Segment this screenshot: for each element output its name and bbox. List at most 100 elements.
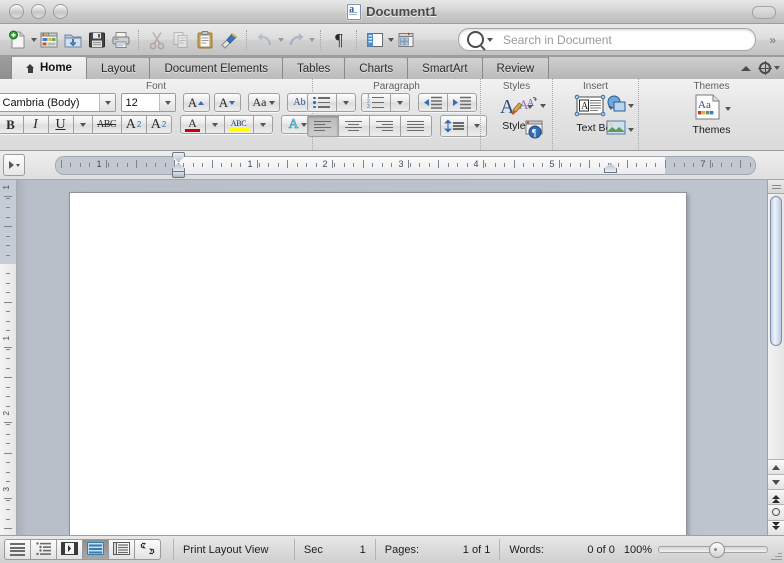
font-family-dropdown-arrow[interactable] (98, 94, 115, 111)
bulleted-list-arrow[interactable] (335, 93, 356, 112)
group-title: Font (145, 81, 166, 92)
ruler-tick (674, 163, 675, 167)
notebook-layout-view-button[interactable] (108, 539, 135, 560)
show-formatting-button[interactable]: ¶ (327, 28, 351, 52)
font-family-combo[interactable]: Cambria (Body) (0, 93, 116, 112)
redo-button[interactable] (284, 28, 308, 52)
search-box[interactable]: Search in Document (458, 28, 756, 51)
zoom-slider-knob[interactable] (708, 542, 725, 558)
toolbar-overflow-button[interactable]: » (769, 33, 776, 47)
superscript-button[interactable]: A2 (120, 115, 147, 134)
draft-view-button[interactable] (4, 539, 31, 560)
tab-tables[interactable]: Tables (282, 57, 345, 79)
search-scope-arrow[interactable] (487, 37, 493, 42)
underline-button[interactable]: U (47, 115, 74, 134)
tab-stop-selector[interactable] (3, 154, 25, 176)
highlight-button[interactable]: ABC (223, 115, 254, 134)
tab-review[interactable]: Review (481, 57, 549, 79)
strikethrough-button[interactable]: ABC (91, 115, 122, 134)
numbered-list-button[interactable]: 1 2 3 (360, 93, 391, 112)
print-button[interactable] (109, 28, 133, 52)
scrollbar-thumb[interactable] (770, 196, 782, 346)
tab-charts[interactable]: Charts (344, 57, 408, 79)
previous-page-button[interactable] (768, 489, 784, 505)
align-justify-button[interactable] (399, 115, 432, 137)
vruler-tick (6, 509, 10, 510)
resize-grip[interactable] (769, 548, 782, 561)
new-document-button[interactable] (6, 28, 30, 52)
shrink-font-button[interactable]: A (213, 93, 241, 112)
full-screen-view-button[interactable] (134, 539, 161, 560)
left-indent-marker[interactable] (172, 171, 185, 178)
line-spacing-button[interactable] (439, 115, 468, 137)
change-case-button[interactable]: Aa (247, 93, 280, 112)
scroll-down-arrow[interactable] (768, 474, 784, 489)
align-right-button[interactable] (368, 115, 401, 137)
align-center-button[interactable] (337, 115, 370, 137)
split-window-handle[interactable] (768, 180, 784, 194)
tab-home[interactable]: Home (11, 56, 86, 79)
quick-styles-arrow[interactable] (540, 103, 546, 108)
caret-up-icon[interactable] (741, 65, 751, 71)
template-gallery-button[interactable] (37, 28, 61, 52)
bulleted-list-button[interactable] (306, 93, 337, 112)
font-size-dropdown-arrow[interactable] (158, 94, 175, 111)
scroll-up-arrow[interactable] (768, 459, 784, 474)
align-left-button[interactable] (306, 115, 339, 137)
tab-layout[interactable]: Layout (85, 57, 150, 79)
bold-button[interactable]: B (0, 115, 24, 134)
picture-arrow[interactable] (628, 127, 634, 132)
outline-view-button[interactable] (30, 539, 57, 560)
toolbar-toggle-button[interactable] (752, 6, 776, 19)
tab-document-elements[interactable]: Document Elements (149, 57, 283, 79)
change-case-arrow[interactable] (268, 100, 275, 105)
tab-smartart[interactable]: SmartArt (407, 57, 482, 79)
subscript-button[interactable]: A2 (145, 115, 172, 134)
themes-button[interactable]: Aa (693, 94, 731, 123)
shapes-button[interactable] (605, 94, 634, 117)
open-button[interactable] (61, 28, 85, 52)
quick-styles-button[interactable]: A A (519, 95, 546, 116)
increase-indent-button[interactable] (446, 93, 477, 112)
font-color-button[interactable]: A (179, 115, 206, 134)
document-canvas[interactable] (17, 180, 767, 535)
numbered-list-arrow[interactable] (389, 93, 410, 112)
publishing-layout-view-button[interactable] (56, 539, 83, 560)
media-browser-button[interactable] (394, 28, 418, 52)
sidebar-button[interactable] (363, 28, 387, 52)
vertical-ruler[interactable]: 1 1 2 3 (0, 180, 17, 535)
save-button[interactable] (85, 28, 109, 52)
decrease-indent-button[interactable] (417, 93, 448, 112)
scrollbar-track[interactable] (768, 194, 784, 459)
copy-button[interactable] (169, 28, 193, 52)
font-size-combo[interactable]: 12 (120, 93, 176, 112)
ruler-tick (408, 160, 409, 168)
select-browse-object-button[interactable] (768, 504, 784, 520)
italic-button[interactable]: I (22, 115, 49, 134)
print-layout-view-button[interactable] (82, 539, 109, 560)
font-color-dropdown-arrow[interactable] (204, 115, 225, 134)
themes-arrow[interactable] (724, 106, 731, 111)
undo-button[interactable] (253, 28, 277, 52)
search-input[interactable]: Search in Document (503, 33, 612, 47)
magnifier-icon[interactable] (467, 31, 484, 48)
ribbon-settings-arrow[interactable] (774, 66, 780, 70)
gear-icon[interactable] (758, 61, 772, 75)
document-page[interactable] (69, 192, 687, 535)
vertical-scrollbar[interactable] (767, 180, 784, 535)
cut-button[interactable] (145, 28, 169, 52)
next-page-button[interactable] (768, 519, 784, 535)
format-painter-button[interactable] (217, 28, 241, 52)
grow-font-button[interactable]: A (182, 93, 210, 112)
zoom-slider[interactable] (658, 542, 769, 558)
highlight-dropdown-arrow[interactable] (252, 115, 273, 134)
ruler-tick (61, 160, 62, 168)
redo-menu-arrow[interactable] (309, 37, 315, 42)
picture-button[interactable] (605, 119, 634, 140)
underline-dropdown-arrow[interactable] (72, 115, 93, 134)
shapes-arrow[interactable] (628, 103, 634, 108)
ruler-tick (332, 160, 333, 168)
paste-button[interactable] (193, 28, 217, 52)
style-pane-button[interactable]: ¶ (524, 119, 544, 142)
horizontal-ruler[interactable]: 1 1 2 3 4 5 7 (55, 156, 756, 175)
